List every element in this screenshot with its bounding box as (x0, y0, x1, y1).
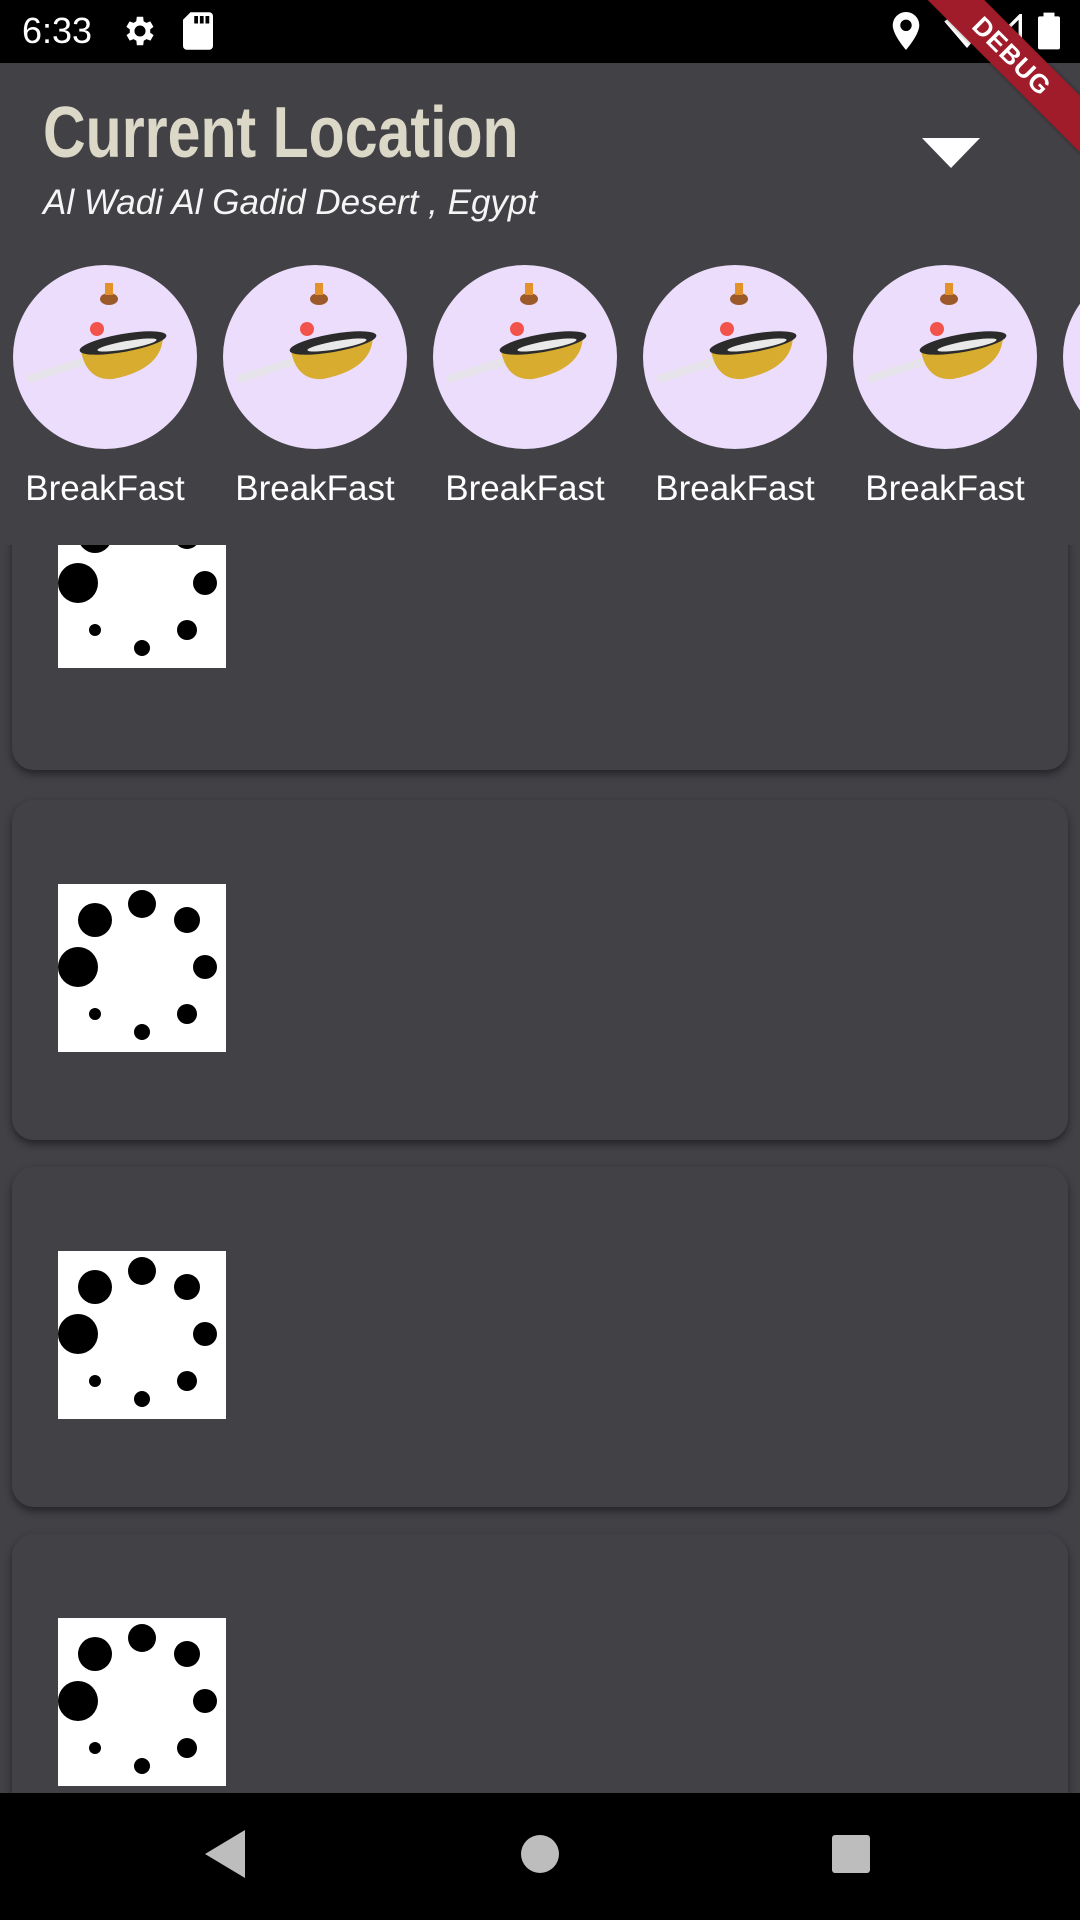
settings-icon (126, 16, 154, 46)
frying-pan-icon (446, 283, 587, 383)
category-item[interactable]: BreakFast (630, 262, 840, 512)
sd-card-icon (183, 12, 213, 50)
category-image (13, 265, 197, 449)
category-item[interactable]: BreakFast (420, 262, 630, 512)
current-location-text: Al Wadi Al Gadid Desert , Egypt (43, 183, 538, 222)
loading-spinner-icon (58, 884, 226, 1052)
list-item[interactable] (12, 1167, 1068, 1507)
recents-icon[interactable] (830, 1828, 872, 1880)
category-label: BreakFast (25, 469, 185, 508)
category-image (643, 265, 827, 449)
caret-down-icon[interactable] (922, 138, 980, 170)
frying-pan-icon (236, 283, 377, 383)
loading-spinner-icon (58, 545, 226, 668)
category-item[interactable] (1050, 262, 1080, 512)
category-label: BreakFast (655, 469, 815, 508)
battery-icon (1038, 12, 1060, 50)
category-label: BreakFast (865, 469, 1025, 508)
loading-spinner-icon (58, 1618, 226, 1786)
navigation-bar (0, 1793, 1080, 1920)
category-image (1063, 265, 1080, 449)
category-item[interactable]: BreakFast (840, 262, 1050, 512)
frying-pan-icon (656, 283, 797, 383)
status-bar: 6:33 (0, 0, 1080, 63)
list-item[interactable] (12, 1534, 1068, 1793)
category-item[interactable]: BreakFast (210, 262, 420, 512)
category-image (223, 265, 407, 449)
page-title: Current Location (43, 93, 519, 173)
category-image (853, 265, 1037, 449)
home-icon[interactable] (519, 1828, 561, 1880)
category-label: BreakFast (445, 469, 605, 508)
restaurant-list[interactable] (0, 545, 1080, 1793)
list-item[interactable] (12, 545, 1068, 770)
category-item[interactable]: BreakFast (0, 262, 210, 512)
location-header: Current Location Al Wadi Al Gadid Desert… (0, 63, 1080, 255)
frying-pan-icon (866, 283, 1007, 383)
category-label: BreakFast (235, 469, 395, 508)
list-item[interactable] (12, 800, 1068, 1140)
status-time: 6:33 (22, 10, 93, 51)
location-icon (892, 12, 920, 50)
frying-pan-icon (26, 283, 167, 383)
loading-spinner-icon (58, 1251, 226, 1419)
category-list[interactable]: BreakFast BreakFast BreakFast BreakFast … (0, 262, 1080, 512)
category-image (433, 265, 617, 449)
back-icon[interactable] (203, 1828, 247, 1880)
